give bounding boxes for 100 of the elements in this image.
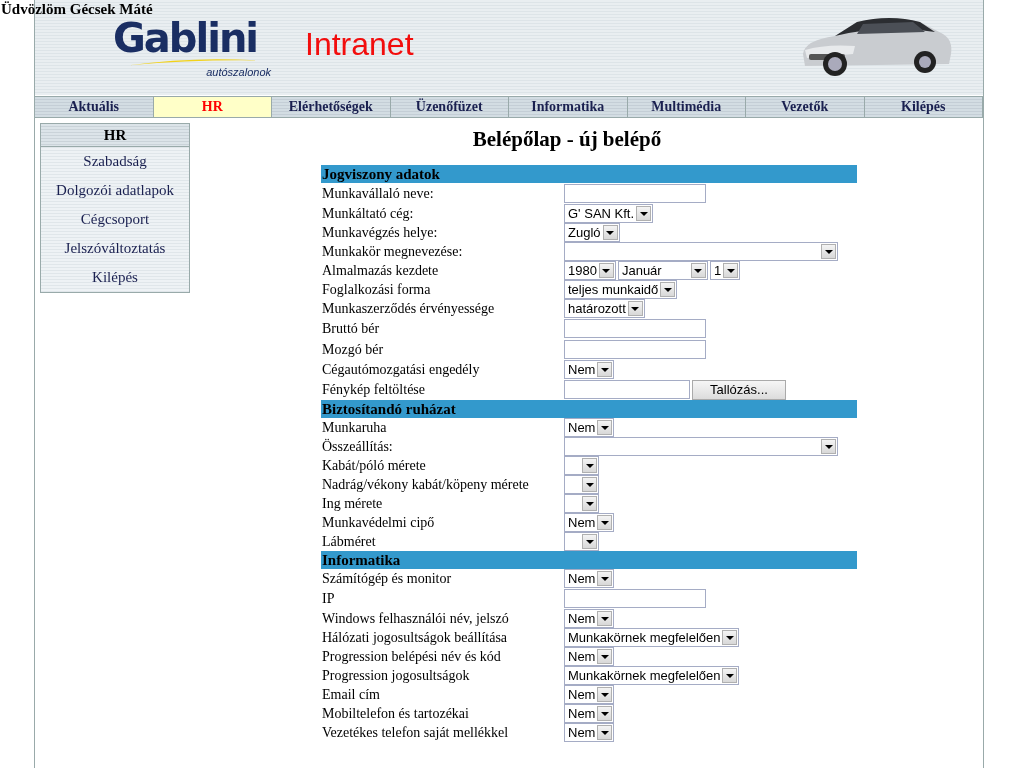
dropdown[interactable]: Nem	[564, 360, 615, 379]
caret-icon	[824, 249, 833, 254]
dropdown[interactable]: teljes munkaidő	[564, 280, 678, 299]
dropdown[interactable]	[564, 532, 599, 551]
nav-tab[interactable]: Informatika	[509, 97, 628, 117]
sidebar-link[interactable]: Kilépés	[41, 263, 189, 292]
caret-icon	[631, 306, 640, 311]
caret-icon	[726, 673, 734, 678]
caret-icon	[600, 425, 609, 430]
input-field[interactable]	[564, 589, 706, 608]
dropdown[interactable]	[564, 437, 838, 456]
sidebar-link[interactable]: Dolgozói adatlapok	[41, 176, 189, 205]
field-label: Foglalkozási forma	[321, 281, 432, 298]
field-label: IP	[321, 590, 336, 607]
caret-icon	[600, 520, 609, 525]
file-field[interactable]	[564, 380, 690, 399]
nav-tab[interactable]: Multimédia	[627, 97, 746, 117]
field-label: Almalmazás kezdete	[321, 262, 440, 279]
site-title: Intranet	[305, 26, 414, 63]
nav-tab[interactable]: Vezetők	[746, 97, 865, 117]
field-label: Munkaszerződés érvényessége	[321, 300, 496, 317]
caret-icon	[585, 501, 594, 506]
dropdown[interactable]: Nem	[564, 418, 615, 437]
page-title: Belépőlap - új belépő	[472, 126, 662, 153]
field-label: Lábméret	[321, 533, 377, 550]
field-label: Email cím	[321, 686, 381, 703]
field-label: Kabát/póló mérete	[321, 457, 427, 474]
field-label: Munkavállaló neve:	[321, 185, 435, 202]
caret-icon	[600, 654, 609, 659]
caret-icon	[824, 444, 833, 449]
dropdown[interactable]: G' SAN Kft.	[564, 204, 654, 223]
caret-icon	[585, 463, 594, 468]
field-label: Munkakör megnevezése:	[321, 243, 464, 260]
dropdown[interactable]: Nem	[564, 723, 615, 742]
caret-icon	[600, 711, 609, 716]
input-field[interactable]	[564, 340, 706, 359]
caret-icon	[600, 367, 609, 372]
input-field[interactable]	[564, 319, 706, 338]
input-field[interactable]	[564, 184, 706, 203]
caret-icon	[694, 268, 703, 273]
sidebar-title: HR	[41, 124, 189, 147]
nav-tab[interactable]: Kilépés	[864, 97, 983, 117]
caret-icon	[600, 576, 609, 581]
field-label: Számítógép és monitor	[321, 570, 453, 587]
dropdown[interactable]	[564, 494, 599, 513]
field-label: Ing mérete	[321, 495, 384, 512]
nav-tab[interactable]: Elérhetőségek	[272, 97, 391, 117]
dropdown[interactable]: Nem	[564, 704, 615, 723]
dropdown[interactable]: Nem	[564, 685, 615, 704]
caret-icon	[726, 268, 735, 273]
dropdown[interactable]: 1	[709, 261, 741, 280]
caret-icon	[585, 539, 594, 544]
field-label: Mozgó bér	[321, 341, 385, 358]
field-label: Munkáltató cég:	[321, 205, 415, 222]
dropdown[interactable]: Nem	[564, 513, 615, 532]
field-label: Nadrág/vékony kabát/köpeny mérete	[321, 476, 530, 493]
field-label: Progression belépési név és kód	[321, 648, 502, 665]
field-label: Hálózati jogosultságok beállítása	[321, 629, 509, 646]
field-label: Vezetékes telefon saját mellékkel	[321, 724, 510, 741]
dropdown[interactable]: Nem	[564, 609, 615, 628]
nav-tab[interactable]: HR	[153, 97, 272, 117]
dropdown[interactable]: Nem	[564, 569, 615, 588]
field-label: Munkavégzés helye:	[321, 224, 439, 241]
greeting-text: Üdvözlöm Gécsek Máté	[1, 1, 153, 18]
field-label: Munkaruha	[321, 419, 388, 436]
field-label: Bruttó bér	[321, 320, 381, 337]
field-label: Windows felhasználói név, jelszó	[321, 610, 510, 627]
dropdown[interactable]: Munkakörnek megfelelően	[564, 628, 740, 647]
browse-button[interactable]: Tallózás...	[692, 379, 786, 400]
dropdown[interactable]: Munkakörnek megfelelően	[564, 666, 740, 685]
dropdown[interactable]	[564, 456, 599, 475]
nav-tab[interactable]: Aktuális	[35, 97, 154, 117]
section-header: Informatika	[321, 551, 857, 569]
section-header: Jogviszony adatok	[321, 165, 857, 183]
field-label: Munkavédelmi cipő	[321, 514, 436, 531]
caret-icon	[600, 692, 609, 697]
dropdown[interactable]	[564, 242, 838, 261]
field-label: Cégautómozgatási engedély	[321, 361, 481, 378]
field-label: Fénykép feltöltése	[321, 381, 427, 398]
caret-icon	[606, 230, 615, 235]
caret-icon	[602, 268, 611, 273]
dropdown[interactable]	[564, 475, 599, 494]
dropdown[interactable]: határozott	[564, 299, 645, 318]
caret-icon	[600, 616, 609, 621]
dropdown[interactable]: Zugló	[564, 223, 620, 242]
sidebar-link[interactable]: Szabadság	[41, 147, 189, 176]
field-label: Mobiltelefon és tartozékai	[321, 705, 470, 722]
caret-icon	[639, 211, 648, 216]
dropdown[interactable]: Nem	[564, 647, 615, 666]
nav-tab[interactable]: Üzenőfüzet	[390, 97, 509, 117]
dropdown[interactable]: 1980	[564, 261, 616, 280]
logo: Gablini autószalonok	[113, 18, 272, 78]
sidebar-link[interactable]: Jelszóváltoztatás	[41, 234, 189, 263]
field-label: Progression jogosultságok	[321, 667, 471, 684]
section-header: Biztosítandó ruházat	[321, 400, 857, 418]
dropdown[interactable]: Január	[617, 261, 708, 280]
caret-icon	[600, 730, 609, 735]
caret-icon	[663, 287, 672, 292]
sidebar-link[interactable]: Cégcsoport	[41, 205, 189, 234]
caret-icon	[585, 482, 594, 487]
